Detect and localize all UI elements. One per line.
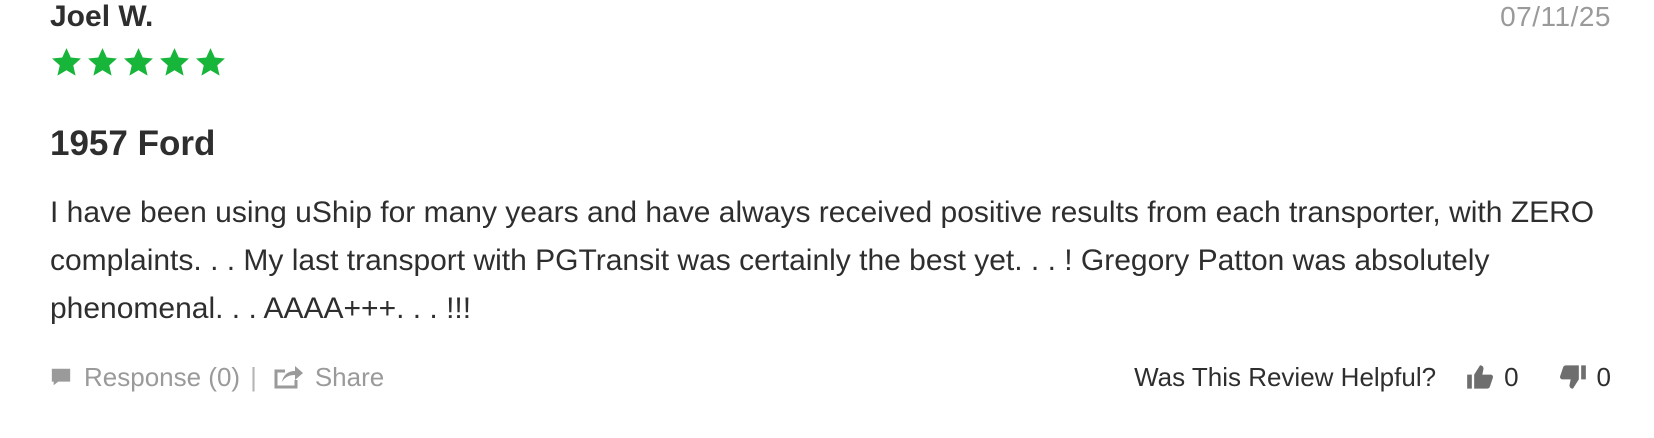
separator: | (250, 362, 257, 392)
star-icon (88, 48, 117, 76)
share-label: Share (314, 362, 385, 392)
star-icon (124, 48, 153, 76)
star-icon (196, 48, 225, 76)
thumbs-up-icon (1467, 365, 1494, 389)
review-title: 1957 Ford (50, 124, 216, 163)
reviewer-name: Joel W. (50, 0, 154, 33)
helpful-question: Was This Review Helpful? (1134, 362, 1437, 392)
thumbs-down-count: 0 (1596, 362, 1611, 392)
helpful-section: Was This Review Helpful? 0 0 (1134, 360, 1611, 394)
star-icon (160, 48, 189, 76)
review-body: I have been using uShip for many years a… (50, 196, 1595, 325)
thumbs-down-icon (1559, 365, 1586, 389)
thumbs-up-count: 0 (1504, 362, 1519, 392)
thumbs-down-button[interactable]: 0 (1559, 360, 1611, 394)
response-label: Response (0) (84, 362, 241, 392)
share-link[interactable]: Share (273, 360, 384, 394)
star-rating (50, 46, 227, 79)
review-date: 07/11/25 (1500, 1, 1611, 32)
star-icon (52, 48, 81, 76)
response-link[interactable]: Response (0) (50, 360, 240, 394)
share-icon (274, 366, 303, 389)
review-actions: Response (0) | Share (50, 360, 384, 394)
comment-icon (51, 368, 71, 386)
thumbs-up-button[interactable]: 0 (1466, 360, 1519, 394)
review-card: Joel W. 07/11/25 1957 Ford I have been u… (0, 0, 1654, 438)
